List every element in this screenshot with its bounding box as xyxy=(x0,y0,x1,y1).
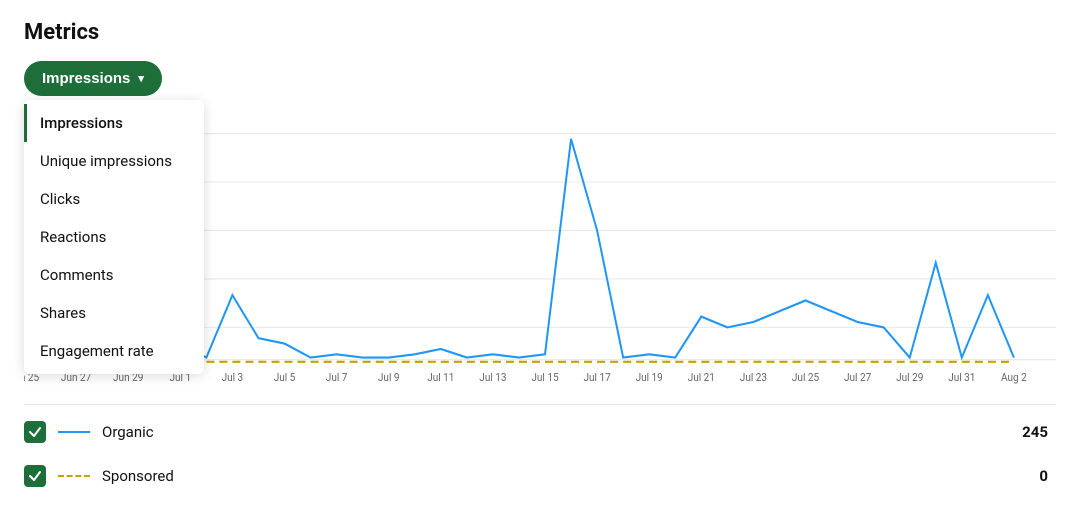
svg-text:Aug 2: Aug 2 xyxy=(1001,371,1027,384)
dropdown-button-label: Impressions xyxy=(42,70,130,87)
dropdown-item-impressions[interactable]: Impressions xyxy=(24,104,204,142)
svg-text:Jul 15: Jul 15 xyxy=(531,371,558,384)
svg-text:Jul 13: Jul 13 xyxy=(479,371,506,384)
legend-organic: Organic 245 xyxy=(24,415,1056,449)
svg-text:Jul 23: Jul 23 xyxy=(740,371,767,384)
svg-text:Jul 5: Jul 5 xyxy=(274,371,296,384)
svg-text:Jul 29: Jul 29 xyxy=(896,371,923,384)
dropdown-item-unique-impressions[interactable]: Unique impressions xyxy=(24,142,204,180)
organic-value: 245 xyxy=(1022,423,1056,441)
sponsored-line-icon xyxy=(58,475,90,477)
dropdown-item-comments[interactable]: Comments xyxy=(24,256,204,294)
svg-text:Jul 11: Jul 11 xyxy=(427,371,454,384)
svg-text:Jul 7: Jul 7 xyxy=(326,371,348,384)
svg-text:Jul 25: Jul 25 xyxy=(792,371,819,384)
metric-dropdown-button[interactable]: Impressions ▾ xyxy=(24,61,162,96)
legend-area: Organic 245 Sponsored 0 xyxy=(24,404,1056,493)
dropdown-item-clicks[interactable]: Clicks xyxy=(24,180,204,218)
svg-text:Jul 19: Jul 19 xyxy=(636,371,663,384)
svg-text:Jul 31: Jul 31 xyxy=(948,371,975,384)
sponsored-label: Sponsored xyxy=(102,467,1027,485)
main-container: Metrics Impressions ▾ Impressions Unique… xyxy=(0,0,1080,513)
dropdown-menu: Impressions Unique impressions Clicks Re… xyxy=(24,100,204,374)
organic-label: Organic xyxy=(102,423,1010,441)
page-title: Metrics xyxy=(24,20,1056,45)
sponsored-value: 0 xyxy=(1039,467,1056,485)
svg-text:Jul 21: Jul 21 xyxy=(688,371,715,384)
organic-line-icon xyxy=(58,431,90,433)
chevron-down-icon: ▾ xyxy=(138,72,144,85)
svg-text:Jul 27: Jul 27 xyxy=(844,371,871,384)
svg-text:Jul 17: Jul 17 xyxy=(584,371,611,384)
sponsored-checkbox[interactable] xyxy=(24,465,46,487)
dropdown-item-reactions[interactable]: Reactions xyxy=(24,218,204,256)
organic-checkbox[interactable] xyxy=(24,421,46,443)
svg-text:Jul 3: Jul 3 xyxy=(222,371,244,384)
dropdown-item-shares[interactable]: Shares xyxy=(24,294,204,332)
svg-text:Jul 9: Jul 9 xyxy=(378,371,400,384)
dropdown-item-engagement-rate[interactable]: Engagement rate xyxy=(24,332,204,370)
legend-sponsored: Sponsored 0 xyxy=(24,459,1056,493)
